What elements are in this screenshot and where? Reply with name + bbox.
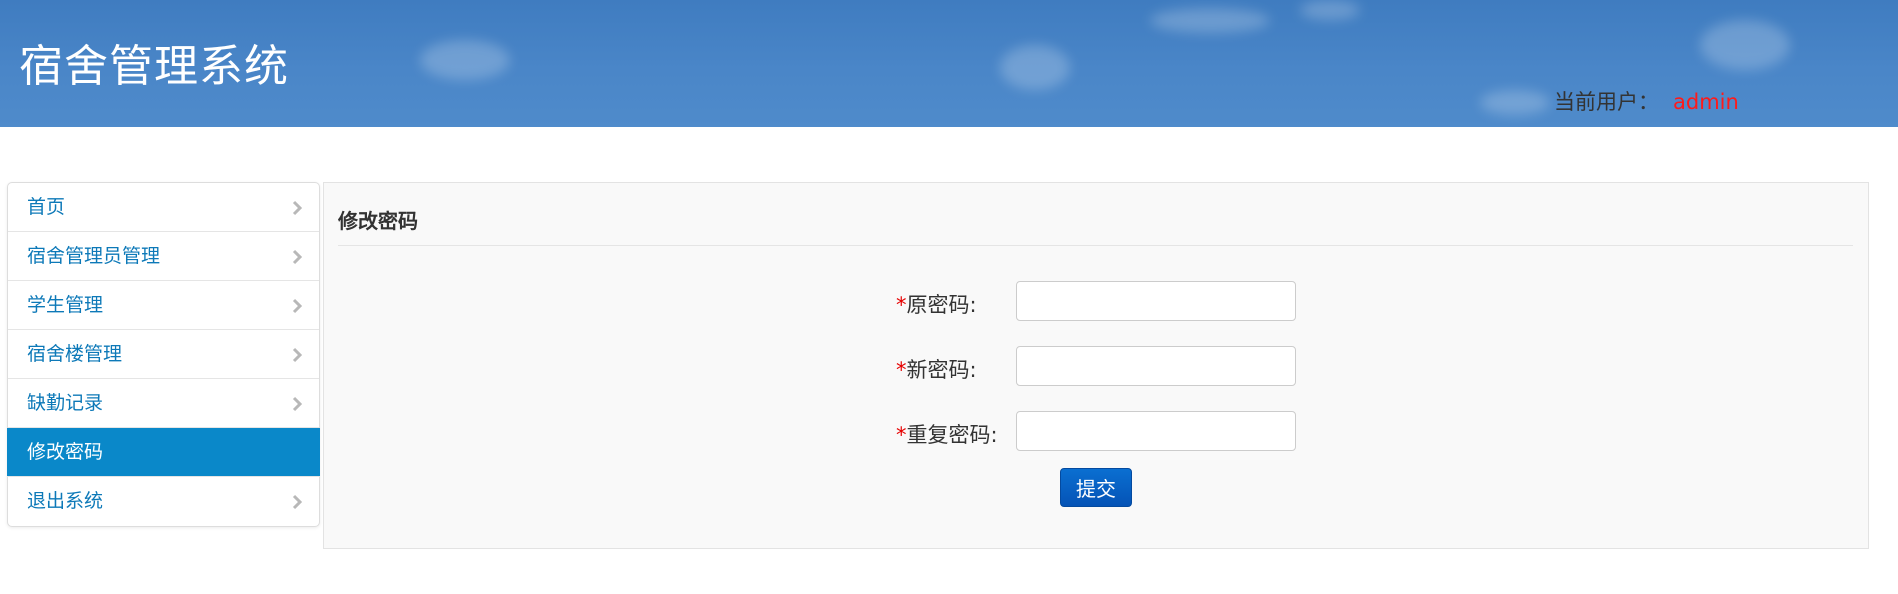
submit-button[interactable]: 提交: [1060, 468, 1132, 507]
sidebar-item-label: 宿舍管理员管理: [27, 245, 161, 267]
current-user-info: 当前用户： admin: [1554, 86, 1739, 116]
sidebar-item-label: 修改密码: [27, 441, 104, 463]
new-password-row: *新密码:: [324, 346, 1868, 388]
change-password-panel: 修改密码 *原密码: *新密码: *重复密码: 提交: [323, 182, 1869, 549]
sidebar-item-label: 宿舍楼管理: [27, 343, 123, 365]
old-password-row: *原密码:: [324, 281, 1868, 323]
current-user-label: 当前用户：: [1554, 90, 1659, 114]
sidebar-item-logout[interactable]: 退出系统: [8, 477, 319, 526]
new-password-input[interactable]: [1016, 346, 1296, 386]
chevron-right-icon: [291, 232, 305, 281]
sidebar-item-label: 首页: [27, 196, 66, 218]
sidebar-item-dorm-admin-management[interactable]: 宿舍管理员管理: [8, 232, 319, 281]
sidebar-item-absence-records[interactable]: 缺勤记录: [8, 379, 319, 428]
chevron-right-icon: [291, 330, 305, 379]
new-password-label: *新密码:: [896, 354, 977, 384]
chevron-right-icon: [291, 281, 305, 330]
cloud-decoration: [1150, 8, 1270, 33]
sidebar-item-label: 学生管理: [27, 294, 104, 316]
repeat-password-label-text: 重复密码:: [906, 423, 998, 447]
cloud-decoration: [1300, 0, 1360, 20]
sidebar-item-building-management[interactable]: 宿舍楼管理: [8, 330, 319, 379]
sidebar-item-label: 缺勤记录: [27, 392, 104, 414]
title-divider: [338, 245, 1853, 246]
old-password-label-text: 原密码:: [906, 293, 977, 317]
sidebar-item-change-password[interactable]: 修改密码: [7, 428, 320, 477]
app-title: 宿舍管理系统: [19, 41, 289, 92]
required-marker: *: [896, 293, 907, 317]
current-user-name: admin: [1673, 90, 1739, 114]
required-marker: *: [896, 358, 907, 382]
chevron-right-icon: [291, 183, 305, 232]
sidebar-nav: 首页 宿舍管理员管理 学生管理 宿舍楼管理 缺勤记录 修改密码 退出系统: [7, 182, 320, 527]
repeat-password-label: *重复密码:: [896, 419, 998, 449]
header-banner: 宿舍管理系统 当前用户： admin: [0, 0, 1898, 127]
sidebar-item-label: 退出系统: [27, 490, 104, 512]
new-password-label-text: 新密码:: [906, 358, 977, 382]
chevron-right-icon: [291, 379, 305, 428]
cloud-decoration: [1000, 45, 1070, 90]
old-password-label: *原密码:: [896, 289, 977, 319]
repeat-password-row: *重复密码:: [324, 411, 1868, 453]
sidebar-item-student-management[interactable]: 学生管理: [8, 281, 319, 330]
cloud-decoration: [420, 40, 510, 80]
sidebar-item-home[interactable]: 首页: [8, 183, 319, 232]
cloud-decoration: [1480, 90, 1550, 115]
repeat-password-input[interactable]: [1016, 411, 1296, 451]
chevron-right-icon: [291, 477, 305, 526]
old-password-input[interactable]: [1016, 281, 1296, 321]
page-title: 修改密码: [338, 209, 418, 233]
required-marker: *: [896, 423, 907, 447]
cloud-decoration: [1700, 20, 1790, 70]
